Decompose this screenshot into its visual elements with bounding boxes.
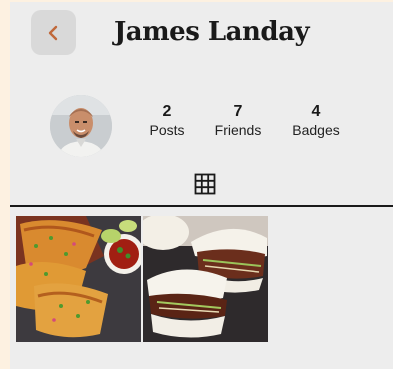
- page-title: James Landay: [114, 17, 310, 47]
- stat-friends-count: 7: [233, 103, 243, 120]
- stat-friends-label: Friends: [214, 122, 262, 138]
- tab-grid[interactable]: [194, 173, 216, 195]
- chevron-left-icon: [48, 25, 57, 40]
- back-button[interactable]: [31, 10, 76, 55]
- stat-posts[interactable]: 2 Posts: [132, 103, 202, 139]
- tacos-photo: [16, 216, 141, 342]
- stat-posts-label: Posts: [149, 122, 185, 138]
- avatar[interactable]: [50, 95, 112, 157]
- stat-badges-label: Badges: [292, 122, 340, 138]
- tab-divider: [10, 205, 393, 207]
- post-thumbnail-bao[interactable]: [143, 216, 268, 342]
- profile-screen: James Landay 2 Posts 7 Friends 4 Badges: [10, 2, 393, 369]
- stat-friends[interactable]: 7 Friends: [203, 103, 273, 139]
- stat-posts-count: 2: [162, 103, 172, 120]
- stat-badges[interactable]: 4 Badges: [281, 103, 351, 139]
- grid-icon: [194, 173, 216, 195]
- post-thumbnail-tacos[interactable]: [16, 216, 141, 342]
- bao-buns-photo: [143, 216, 268, 342]
- stat-badges-count: 4: [311, 103, 321, 120]
